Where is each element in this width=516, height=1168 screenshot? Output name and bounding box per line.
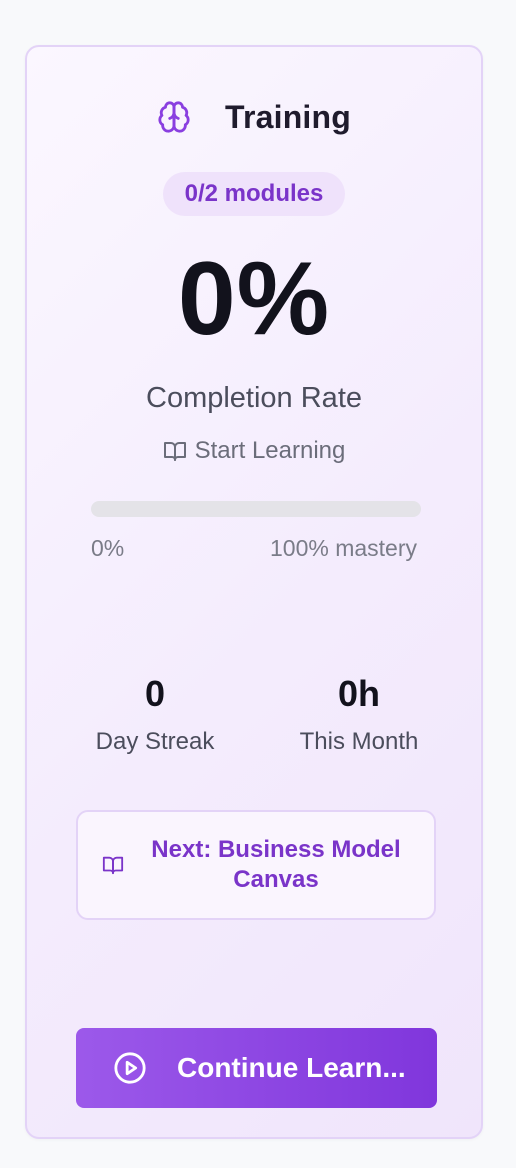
mastery-progress-bar <box>91 501 421 517</box>
progress-min-label: 0% <box>91 535 125 561</box>
next-module-card[interactable]: Next: Business Model Canvas <box>76 810 436 920</box>
book-open-icon <box>102 854 124 876</box>
continue-learning-label: Continue Learn... <box>177 1052 406 1083</box>
modules-badge-wrap: 0/2 modules <box>27 172 481 216</box>
modules-badge: 0/2 modules <box>162 172 346 216</box>
card-header: Training <box>27 99 481 135</box>
continue-learning-button[interactable]: Continue Learn... <box>76 1028 437 1108</box>
stat-value: 0h <box>337 673 380 714</box>
progress-max-label: 100% mastery <box>269 535 417 561</box>
completion-value: 0% <box>177 241 331 357</box>
play-circle-icon <box>82 1051 147 1085</box>
start-learning-status: Start Learning <box>27 437 481 465</box>
stat-value: 0 <box>144 673 166 714</box>
stat-this-month: 0h This Month <box>292 672 426 756</box>
book-open-icon <box>163 439 187 463</box>
stat-label: Day Streak <box>95 728 215 755</box>
stat-label: This Month <box>299 728 419 755</box>
next-module-label: Next: Business Model Canvas <box>151 836 401 893</box>
brain-icon <box>157 100 191 134</box>
completion-label: Completion Rate <box>146 382 362 414</box>
start-learning-label: Start Learning <box>194 437 346 464</box>
training-card: Training 0/2 modules 0% Completion Rate … <box>25 45 483 1139</box>
stat-day-streak: 0 Day Streak <box>91 672 219 756</box>
card-title: Training <box>224 98 352 135</box>
